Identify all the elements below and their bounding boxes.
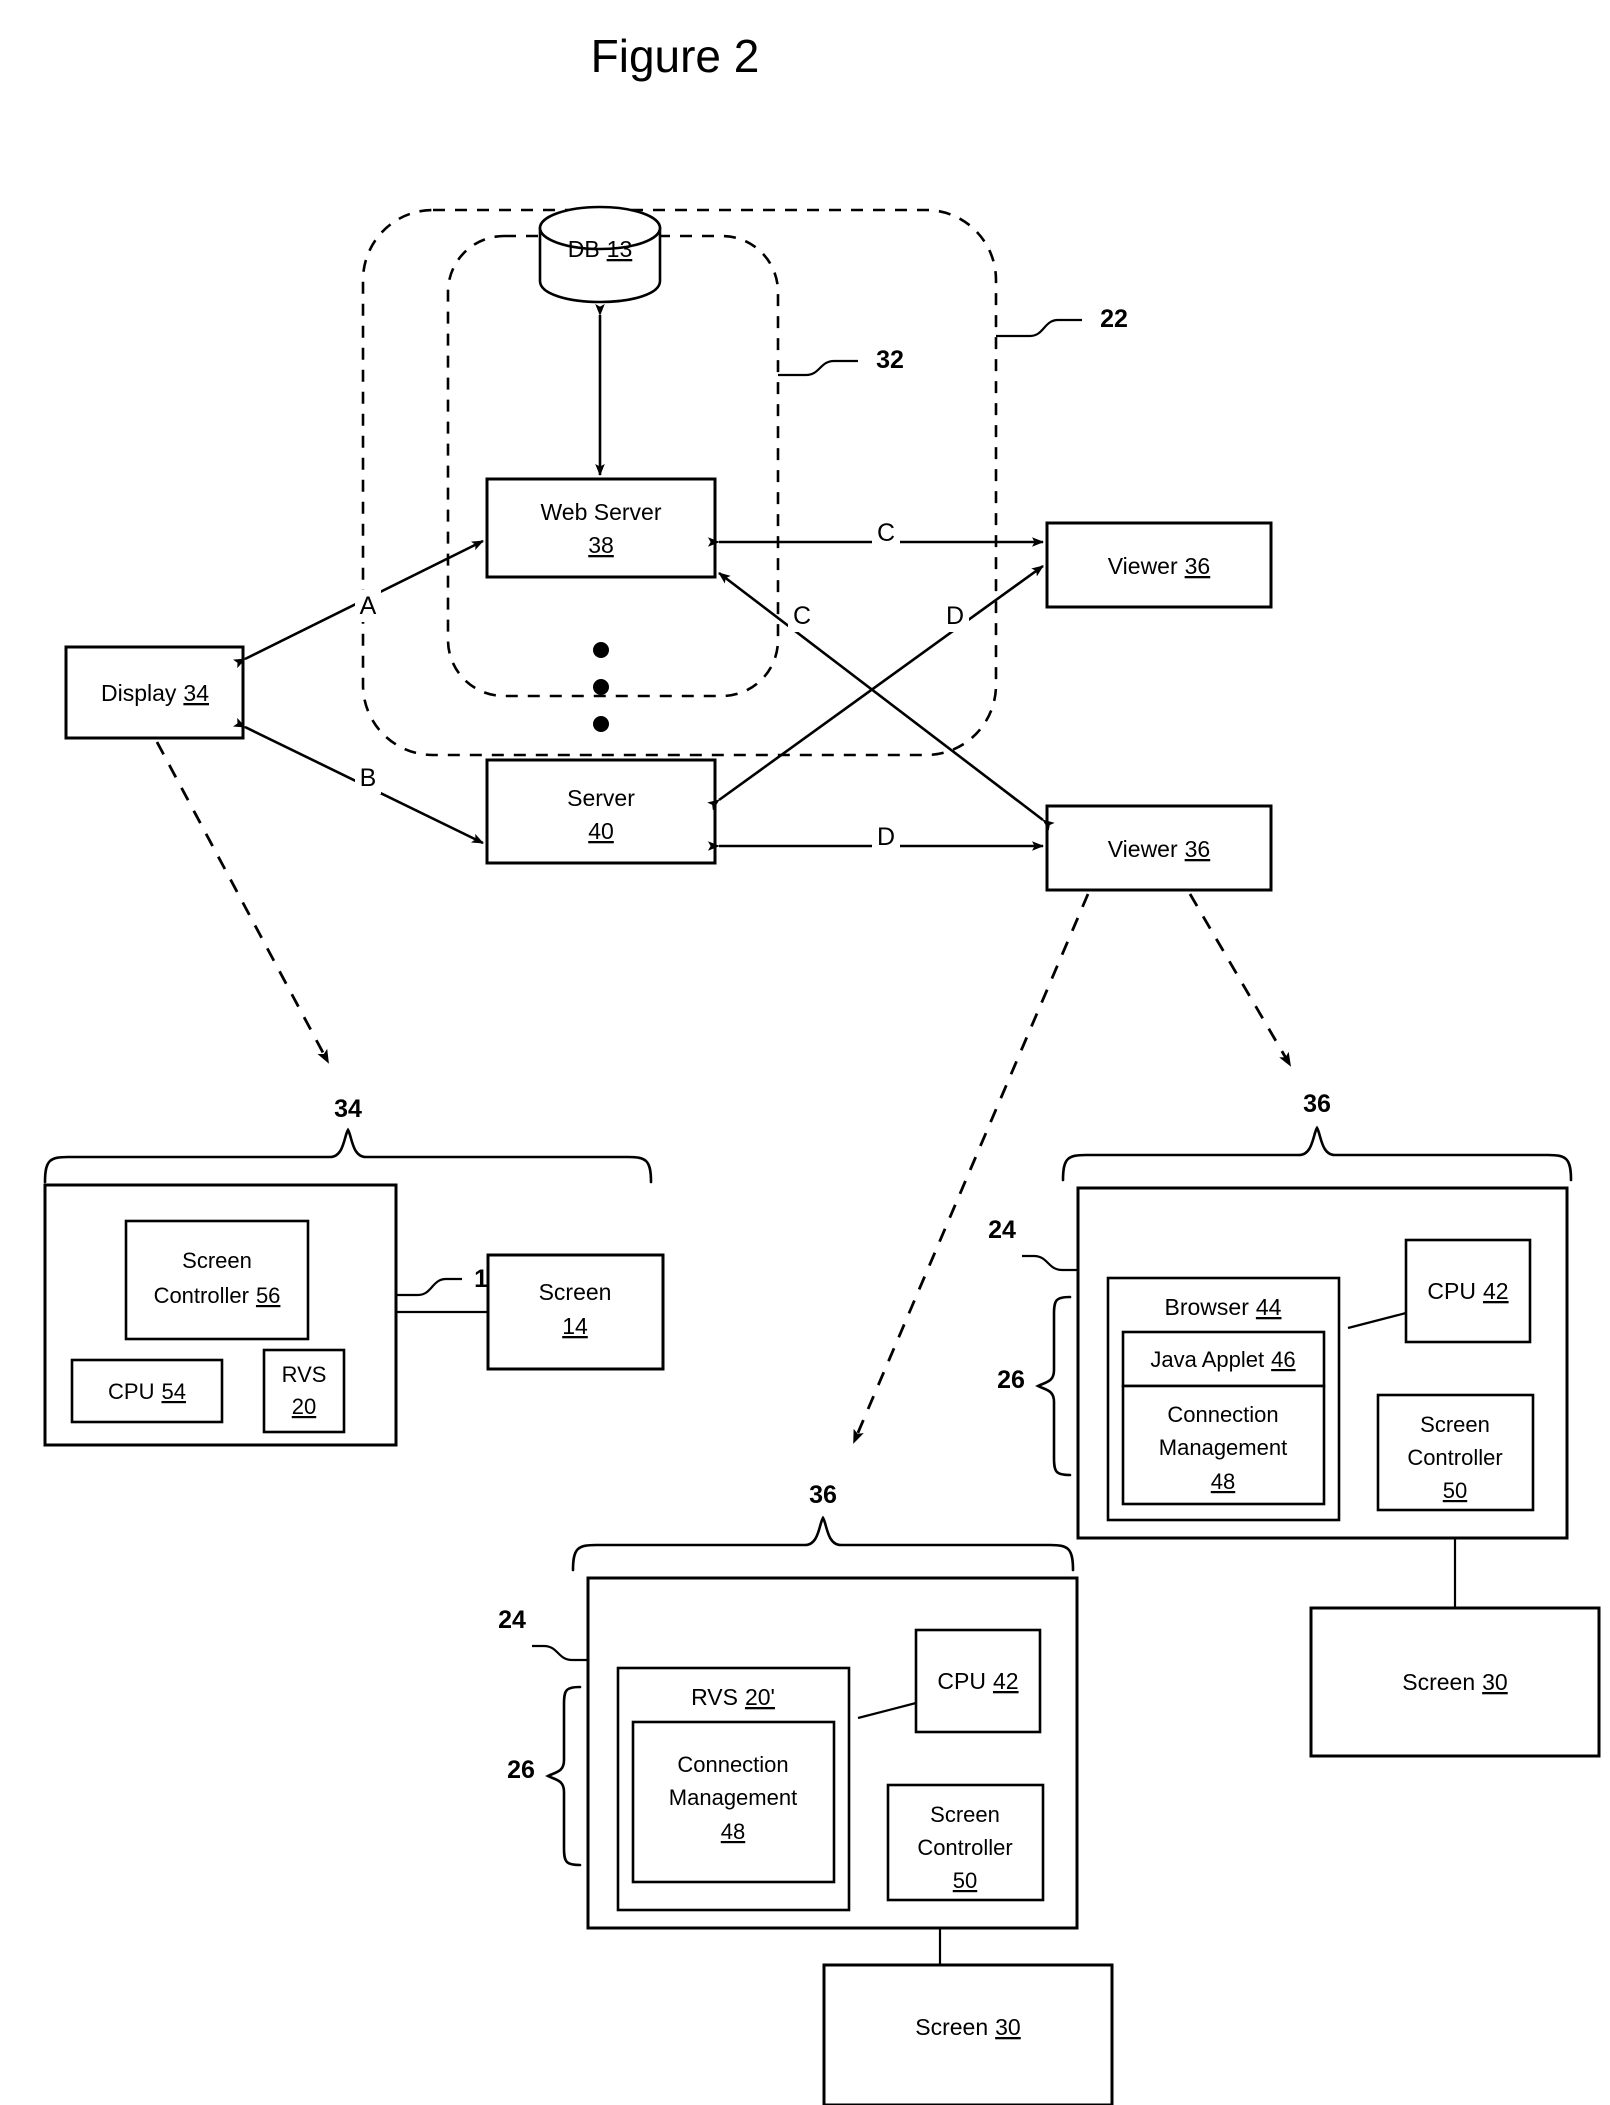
flow-d-cross-link: [707, 564, 1044, 811]
display-label: Display 34: [101, 680, 209, 706]
cm-48-browser-line2: Management: [1159, 1435, 1287, 1460]
cm-48-rvs-ref: 48: [721, 1819, 745, 1844]
viewer-top-label: Viewer 36: [1108, 553, 1210, 579]
viewer-browser-enclosure-ref-24: 24: [988, 1216, 1016, 1244]
patent-figure-page: Figure 2 22 32 DB 13 Web Server 38 Serve…: [0, 0, 1610, 2105]
viewer-browser-stack-ref-26: 26: [997, 1366, 1025, 1394]
cpu-42-rvs-label: CPU 42: [937, 1668, 1018, 1694]
java-applet-46-label: Java Applet 46: [1150, 1347, 1295, 1372]
web-server-node: Web Server 38: [485, 477, 717, 579]
display-detail-group: 16 Screen Controller56 CPU54 RVS 20 Scre…: [43, 1183, 665, 1447]
viewer-rvs-stack-ref-26: 26: [507, 1756, 535, 1784]
viewer-rvs-stack-brace: [545, 1685, 582, 1867]
cm-48-rvs-line2: Management: [669, 1785, 797, 1810]
flow-label-c-top: C: [877, 519, 895, 547]
viewer-rvs-brace: [571, 1515, 1075, 1572]
screen-30-rvs-label: Screen 30: [915, 2014, 1020, 2040]
screen-controller-56-line2: Controller 56: [154, 1283, 281, 1308]
screen-controller-56-line1: Screen: [182, 1248, 252, 1273]
server-node: Server 40: [485, 758, 717, 865]
web-server-label: Web Server: [540, 499, 661, 525]
viewer-top-node: Viewer 36: [1045, 521, 1273, 609]
web-server-ref: 38: [588, 532, 614, 558]
viewer-rvs-detail-group: 24 CPU 42 26 RVS 20' Connection Management…: [498, 1576, 1114, 2105]
figure-2-diagram: Figure 2 22 32 DB 13 Web Server 38 Serve…: [43, 30, 1601, 2105]
display-node: Display 34: [64, 645, 245, 740]
sc-50-browser-line1: Screen: [1420, 1412, 1490, 1437]
viewer-bottom-label: Viewer 36: [1108, 836, 1210, 862]
display-detail-brace: [43, 1127, 653, 1184]
sc-50-rvs-line1: Screen: [930, 1802, 1000, 1827]
leader-line-24-rvs: [532, 1644, 588, 1662]
cm-48-browser-line1: Connection: [1167, 1402, 1278, 1427]
region-label-32: 32: [876, 346, 904, 374]
inner-dashed-region-32: [446, 234, 780, 698]
leader-line-24-browser: [1022, 1254, 1078, 1272]
expand-display-connector: [155, 741, 330, 1064]
region-label-22: 22: [1100, 305, 1128, 333]
leader-line-16: [396, 1277, 462, 1297]
browser-44-label: Browser 44: [1165, 1294, 1282, 1320]
screen-30-browser-label: Screen 30: [1402, 1669, 1507, 1695]
server-label: Server: [567, 785, 635, 811]
leader-line-22: [996, 318, 1082, 338]
sc-50-rvs-line2: Controller: [917, 1835, 1012, 1860]
rvs-20-name: RVS: [282, 1362, 327, 1387]
screen-14-name: Screen: [539, 1279, 612, 1305]
cpu-42-browser-label: CPU 42: [1427, 1278, 1508, 1304]
viewer-browser-brace-ref: 36: [1303, 1090, 1331, 1118]
screen-controller-56-box: [124, 1219, 310, 1341]
viewer-rvs-enclosure-ref-24: 24: [498, 1606, 526, 1634]
viewer-browser-brace: [1061, 1125, 1573, 1182]
cpu-54-label: CPU 54: [108, 1379, 186, 1404]
rvs-20-ref: 20: [292, 1394, 316, 1419]
flow-label-d-bottom: D: [877, 823, 895, 851]
flow-label-d-cross: D: [946, 602, 964, 630]
screen-14-ref: 14: [562, 1313, 588, 1339]
expand-viewer-browser-connector: [1188, 893, 1292, 1067]
viewer-bottom-node: Viewer 36: [1045, 804, 1273, 892]
sc-50-browser-ref: 50: [1443, 1478, 1467, 1503]
leader-line-32: [778, 359, 858, 377]
rvs-20p-label: RVS 20': [691, 1684, 775, 1710]
flow-label-a: A: [360, 592, 377, 620]
flow-label-c-cross: C: [793, 602, 811, 630]
sc-50-rvs-ref: 50: [953, 1868, 977, 1893]
sc-50-browser-line2: Controller: [1407, 1445, 1502, 1470]
cm-48-browser-ref: 48: [1211, 1469, 1235, 1494]
figure-title: Figure 2: [591, 30, 760, 82]
flow-label-b: B: [360, 764, 377, 792]
viewer-browser-detail-group: 24 CPU 42 26 Browser 44 Java Applet 46 Conn…: [988, 1186, 1601, 1758]
cm-48-rvs-line1: Connection: [677, 1752, 788, 1777]
server-ref: 40: [588, 818, 614, 844]
server-ellipsis: [593, 642, 609, 732]
viewer-browser-stack-brace: [1035, 1295, 1072, 1477]
viewer-rvs-brace-ref: 36: [809, 1481, 837, 1509]
screen-14-box: [486, 1253, 665, 1371]
db-node: DB 13: [538, 205, 662, 304]
display-detail-brace-ref: 34: [334, 1095, 362, 1123]
